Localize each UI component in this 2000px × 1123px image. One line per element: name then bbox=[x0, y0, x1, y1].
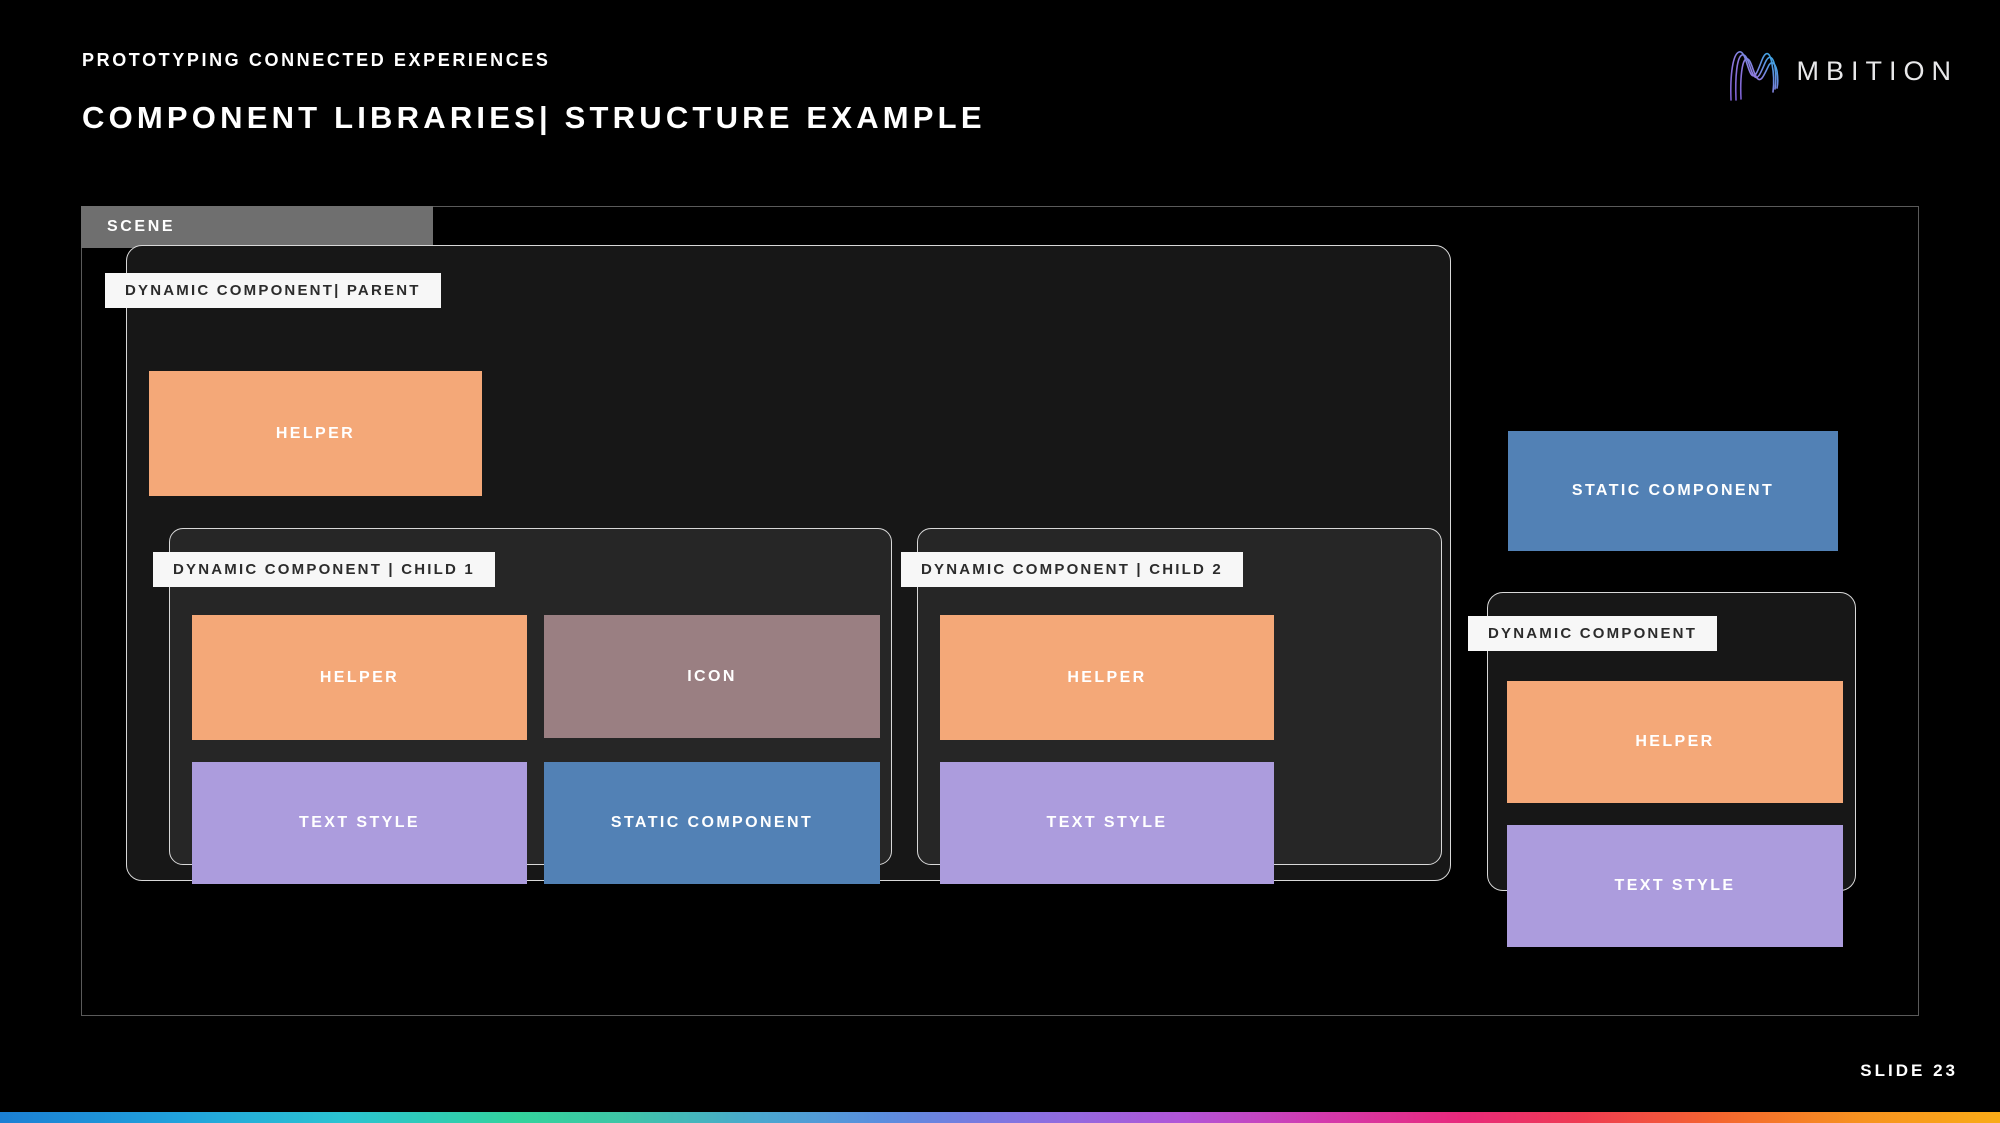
child-1-static-component-box: STATIC COMPONENT bbox=[544, 762, 880, 884]
slide-number: SLIDE 23 bbox=[1860, 1061, 1958, 1080]
scene-frame: SCENE DYNAMIC COMPONENT| PARENT HELPER D… bbox=[81, 206, 1919, 1016]
dynamic-component-child-1-panel: DYNAMIC COMPONENT | CHILD 1 HELPER ICON … bbox=[153, 528, 892, 884]
eyebrow-text: PROTOTYPING CONNECTED EXPERIENCES bbox=[82, 50, 551, 70]
parent-helper-box: HELPER bbox=[149, 371, 482, 496]
child-2-label: DYNAMIC COMPONENT | CHILD 2 bbox=[901, 552, 1243, 587]
dynamic-component-text-style-box: TEXT STYLE bbox=[1507, 825, 1843, 947]
parent-panel-label: DYNAMIC COMPONENT| PARENT bbox=[105, 273, 441, 308]
slide: PROTOTYPING CONNECTED EXPERIENCES COMPON… bbox=[0, 0, 2000, 1123]
dynamic-component-parent-panel: DYNAMIC COMPONENT| PARENT HELPER DYNAMIC… bbox=[105, 245, 1451, 884]
page-title: COMPONENT LIBRARIES| STRUCTURE EXAMPLE bbox=[82, 100, 986, 135]
rainbow-accent-bar bbox=[0, 1112, 2000, 1123]
dynamic-component-child-2-panel: DYNAMIC COMPONENT | CHILD 2 HELPER TEXT … bbox=[901, 528, 1442, 884]
brand-logo: MBITION bbox=[1725, 40, 1959, 102]
static-component-box: STATIC COMPONENT bbox=[1508, 431, 1838, 551]
child-1-text-style-box: TEXT STYLE bbox=[192, 762, 527, 884]
logo-wordmark: MBITION bbox=[1796, 55, 1958, 86]
child-2-text-style-box: TEXT STYLE bbox=[940, 762, 1274, 884]
mbition-wave-mark-icon bbox=[1729, 51, 1779, 101]
child-1-helper-box: HELPER bbox=[192, 615, 527, 740]
dynamic-component-label: DYNAMIC COMPONENT bbox=[1468, 616, 1718, 651]
dynamic-component-helper-box: HELPER bbox=[1507, 681, 1843, 803]
child-1-icon-box: ICON bbox=[544, 615, 880, 738]
child-1-label: DYNAMIC COMPONENT | CHILD 1 bbox=[153, 552, 495, 587]
scene-label: SCENE bbox=[81, 206, 433, 248]
child-2-helper-box: HELPER bbox=[940, 615, 1274, 740]
dynamic-component-panel: DYNAMIC COMPONENT HELPER TEXT STYLE bbox=[1468, 592, 1856, 947]
